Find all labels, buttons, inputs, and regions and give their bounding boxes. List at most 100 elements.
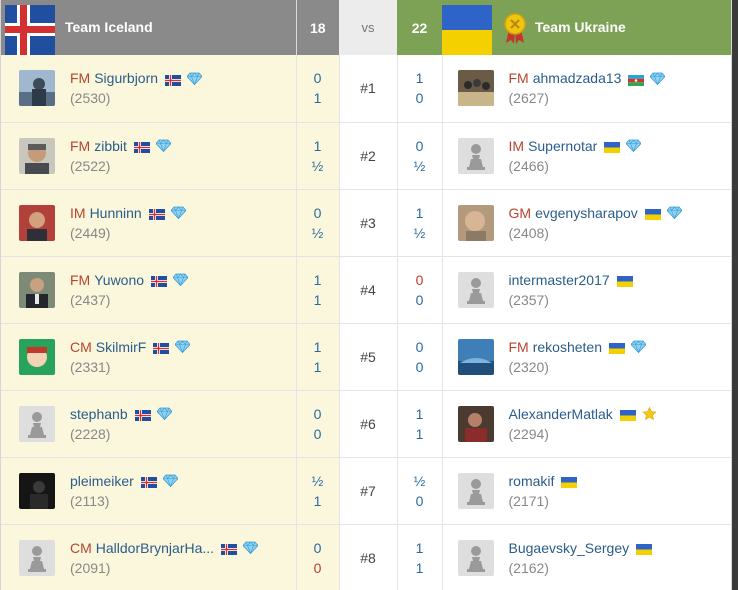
header-row: Team Iceland 18 vs 22 Team Ukraine <box>1 0 731 55</box>
left-player-username[interactable]: Yuwono <box>94 272 144 288</box>
left-player-rating: (2522) <box>70 157 111 174</box>
left-game-score[interactable]: 0 <box>297 558 339 578</box>
left-game-score[interactable]: 1 <box>297 88 339 108</box>
right-player-username[interactable]: AlexanderMatlak <box>509 406 613 422</box>
board-number[interactable]: #3 <box>339 189 397 257</box>
right-game-score[interactable]: ½ <box>398 156 442 176</box>
left-scores-cell: 00 <box>295 524 340 590</box>
right-player-avatar[interactable] <box>457 271 494 308</box>
right-game-score[interactable]: 1 <box>398 558 442 578</box>
diamond-badge-icon <box>151 407 172 420</box>
right-game-score[interactable]: 0 <box>398 491 442 511</box>
left-player-avatar[interactable] <box>19 338 55 375</box>
right-game-score[interactable]: 1 <box>398 404 442 424</box>
iceland-flag-icon <box>133 140 150 153</box>
right-game-score[interactable]: ½ <box>398 471 442 491</box>
right-player-username[interactable]: Bugaevsky_Sergey <box>509 540 630 556</box>
left-player-avatar[interactable] <box>19 405 55 442</box>
left-player-avatar[interactable] <box>19 472 55 509</box>
right-player-avatar[interactable] <box>457 137 494 174</box>
left-player-avatar[interactable] <box>19 137 55 174</box>
right-game-score[interactable]: 1 <box>398 424 442 444</box>
left-player-avatar[interactable] <box>19 70 55 106</box>
left-player-username[interactable]: Sigurbjorn <box>94 70 158 86</box>
right-player-avatar[interactable] <box>457 70 494 106</box>
right-player-cell: romakif (2171) <box>442 457 731 525</box>
right-player-username[interactable]: Supernotar <box>528 138 597 154</box>
left-player-username[interactable]: stephanb <box>70 406 128 422</box>
right-player-username[interactable]: romakif <box>509 473 555 489</box>
right-game-score[interactable]: 0 <box>398 88 442 108</box>
left-game-score[interactable]: 0 <box>297 203 339 223</box>
board-number[interactable]: #8 <box>339 524 397 590</box>
left-player-title: IM <box>70 204 86 221</box>
left-game-score[interactable]: 1 <box>297 337 339 357</box>
right-player-avatar[interactable] <box>457 472 494 509</box>
board-number[interactable]: #2 <box>339 122 397 190</box>
right-player-cell: IM Supernotar (2466) <box>442 122 731 190</box>
left-game-score[interactable]: 0 <box>297 424 339 444</box>
left-player-rating: (2449) <box>70 224 111 241</box>
right-player-avatar[interactable] <box>457 539 494 576</box>
right-player-info: IM Supernotar (2466) <box>509 137 642 174</box>
board-number[interactable]: #5 <box>339 323 397 391</box>
left-game-score[interactable]: ½ <box>297 471 339 491</box>
right-player-username[interactable]: evgenysharapov <box>535 205 638 221</box>
right-player-title: IM <box>508 137 525 154</box>
iceland-flag-icon <box>151 274 168 287</box>
iceland-flag-icon <box>134 408 151 421</box>
left-player-username[interactable]: zibbit <box>94 138 127 154</box>
left-game-score[interactable]: ½ <box>297 223 339 243</box>
right-player-username[interactable]: ahmadzada13 <box>533 70 622 86</box>
board-row: stephanb (2228) 00 #6 11 AlexanderMatlak… <box>1 390 731 458</box>
left-team-header[interactable]: Team Iceland <box>1 0 296 55</box>
left-player-avatar[interactable] <box>19 539 55 576</box>
right-player-username[interactable]: intermaster2017 <box>509 272 610 288</box>
left-player-username[interactable]: SkilmirF <box>96 339 147 355</box>
left-scores-cell: 1½ <box>295 122 340 190</box>
left-game-score[interactable]: 1 <box>297 491 339 511</box>
iceland-flag-icon <box>5 5 55 55</box>
right-game-score[interactable]: 1 <box>398 203 442 223</box>
right-player-avatar[interactable] <box>457 204 494 241</box>
left-game-score[interactable]: 1 <box>297 357 339 377</box>
right-player-title: GM <box>508 204 532 221</box>
board-number[interactable]: #6 <box>339 390 397 458</box>
right-game-score[interactable]: 1 <box>398 68 442 88</box>
left-game-score[interactable]: 1 <box>297 290 339 310</box>
right-game-score[interactable]: 1 <box>398 538 442 558</box>
left-game-score[interactable]: 0 <box>297 538 339 558</box>
left-game-score[interactable]: 0 <box>297 404 339 424</box>
left-game-score[interactable]: 1 <box>297 270 339 290</box>
left-player-username[interactable]: Hunninn <box>90 205 142 221</box>
right-player-avatar[interactable] <box>457 405 494 442</box>
right-game-score[interactable]: 0 <box>398 136 442 156</box>
diamond-badge-icon <box>625 340 646 353</box>
right-player-avatar[interactable] <box>457 338 494 375</box>
right-team-name[interactable]: Team Ukraine <box>535 19 626 35</box>
left-player-username[interactable]: HalldorBrynjarHa... <box>96 540 214 556</box>
left-player-username[interactable]: pleimeiker <box>70 473 134 489</box>
board-row: IM Hunninn (2449) 0½ #3 1½ GM evgenyshar… <box>1 189 731 257</box>
right-game-score[interactable]: 0 <box>398 357 442 377</box>
left-game-score[interactable]: 1 <box>297 136 339 156</box>
right-game-score[interactable]: 0 <box>398 270 442 290</box>
left-team-name[interactable]: Team Iceland <box>65 19 153 35</box>
match-table: Team Iceland 18 vs 22 Team Ukraine FM Si… <box>1 0 731 590</box>
right-game-score[interactable]: ½ <box>398 223 442 243</box>
right-game-score[interactable]: 0 <box>398 337 442 357</box>
board-number[interactable]: #7 <box>339 457 397 525</box>
left-game-score[interactable]: 0 <box>297 68 339 88</box>
board-row: FM zibbit (2522) 1½ #2 0½ IM Supernotar … <box>1 122 731 190</box>
left-player-avatar[interactable] <box>19 271 55 308</box>
right-team-header[interactable]: Team Ukraine <box>442 0 731 55</box>
ukraine-flag-icon <box>636 542 653 555</box>
board-number[interactable]: #1 <box>339 55 397 123</box>
board-number[interactable]: #4 <box>339 256 397 324</box>
right-game-score[interactable]: 0 <box>398 290 442 310</box>
ukraine-flag-icon <box>604 140 621 153</box>
left-game-score[interactable]: ½ <box>297 156 339 176</box>
right-player-rating: (2294) <box>508 425 549 442</box>
left-player-avatar[interactable] <box>19 204 55 241</box>
right-player-username[interactable]: rekosheten <box>533 339 602 355</box>
